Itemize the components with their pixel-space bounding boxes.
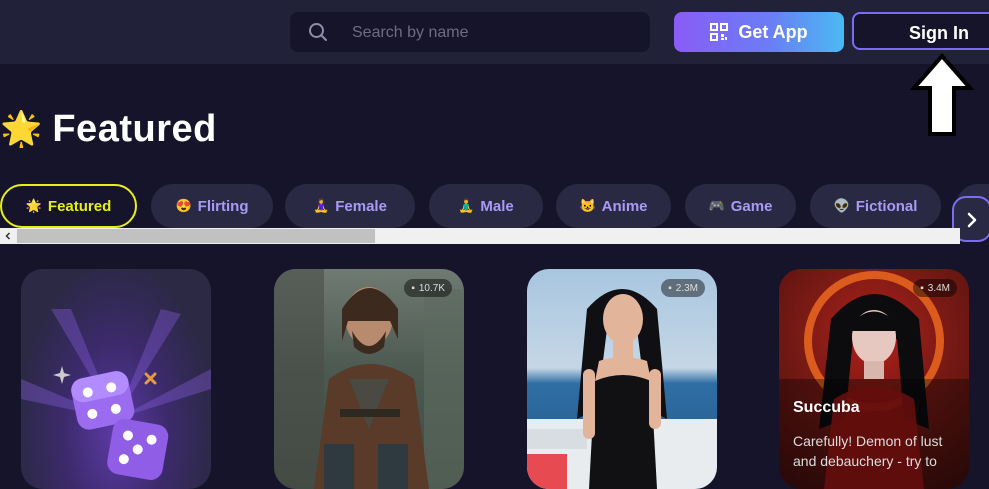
tab-flirting[interactable]: 😍 Flirting: [151, 184, 273, 228]
star-icon: 🌟: [0, 110, 43, 148]
tab-game[interactable]: 🎮 Game: [685, 184, 796, 228]
chat-bubble-icon: ▪: [668, 282, 672, 294]
category-tabs: 🌟 Featured 😍 Flirting 🧘‍♀️ Female 🧘‍♂️ M…: [0, 184, 989, 228]
tab-male[interactable]: 🧘‍♂️ Male: [429, 184, 543, 228]
chat-count: 3.4M: [927, 282, 950, 294]
character-card[interactable]: ▪ 10.7K: [274, 269, 464, 489]
tab-label: Fictional: [855, 197, 918, 215]
tab-featured[interactable]: 🌟 Featured: [0, 184, 137, 228]
scrollbar-thumb[interactable]: [17, 229, 375, 243]
dice-illustration: [21, 309, 211, 480]
chat-bubble-icon: ▪: [411, 282, 415, 294]
tab-label: Anime: [601, 197, 648, 215]
tab-label: Male: [480, 197, 514, 215]
scroll-left-arrow[interactable]: [0, 228, 16, 244]
star-icon: 🌟: [25, 198, 42, 213]
up-arrow-icon: [910, 52, 974, 136]
chevron-right-icon: [967, 212, 977, 228]
section-heading: 🌟 Featured: [0, 106, 217, 152]
search-input[interactable]: [350, 12, 634, 54]
character-portrait: [274, 269, 464, 489]
search-bar[interactable]: [290, 12, 650, 54]
chat-count: 10.7K: [418, 282, 445, 294]
character-name: Succuba: [793, 399, 860, 416]
tab-label: Featured: [47, 197, 112, 215]
tab-label: Flirting: [197, 197, 249, 215]
cat-icon: 😺: [579, 198, 596, 213]
character-card-succuba[interactable]: ▪ 3.4M Succuba Carefully! Demon of lust …: [779, 269, 969, 489]
page-title: Featured: [52, 107, 217, 150]
chat-count-badge: ▪ 2.3M: [661, 279, 705, 297]
qr-code-icon: [710, 23, 729, 41]
tab-female[interactable]: 🧘‍♀️ Female: [285, 184, 415, 228]
get-app-label: Get App: [738, 21, 808, 42]
search-icon: [309, 23, 327, 41]
male-yoga-icon: 🧘‍♂️: [458, 198, 475, 213]
heart-eyes-icon: 😍: [175, 198, 192, 213]
random-character-card[interactable]: [21, 269, 211, 489]
alien-icon: 👽: [833, 198, 850, 213]
sign-in-label: Sign In: [909, 23, 969, 43]
top-bar: Get App Sign In: [0, 0, 989, 64]
get-app-button[interactable]: Get App: [674, 12, 844, 52]
character-portrait: [527, 289, 717, 489]
character-description: Carefully! Demon of lust and debauchery …: [793, 433, 943, 469]
tab-anime[interactable]: 😺 Anime: [556, 184, 671, 228]
tab-label: Female: [335, 197, 387, 215]
tab-label: Game: [730, 197, 773, 215]
sign-in-button[interactable]: Sign In: [852, 12, 989, 50]
female-yoga-icon: 🧘‍♀️: [313, 198, 330, 213]
chevron-left-icon: [5, 232, 11, 240]
horizontal-scrollbar[interactable]: [0, 228, 960, 244]
tab-fictional[interactable]: 👽 Fictional: [810, 184, 941, 228]
chat-count: 2.3M: [675, 282, 698, 294]
chat-count-badge: ▪ 10.7K: [404, 279, 452, 297]
character-card[interactable]: ▪ 2.3M: [527, 269, 717, 489]
chat-bubble-icon: ▪: [920, 282, 924, 294]
gamepad-icon: 🎮: [708, 198, 725, 213]
chat-count-badge: ▪ 3.4M: [913, 279, 957, 297]
